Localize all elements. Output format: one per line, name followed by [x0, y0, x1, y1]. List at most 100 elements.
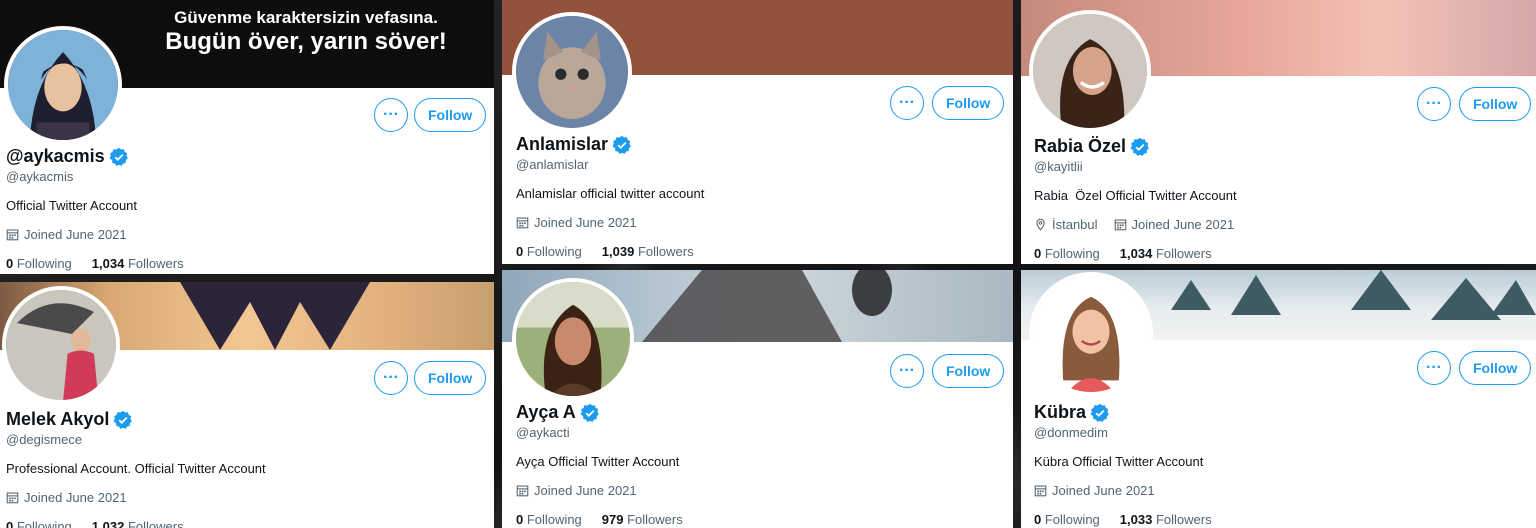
display-name: @aykacmis — [6, 146, 105, 166]
joined-date: Joined June 2021 — [6, 227, 127, 242]
following-link[interactable]: 0 Following — [516, 512, 582, 527]
follow-button[interactable]: Follow — [932, 86, 1005, 120]
banner-quote: Güvenme karaktersizin vefasına. Bugün öv… — [118, 8, 494, 55]
name-row: @aykacmis — [6, 146, 488, 167]
more-options-button[interactable]: ··· — [1417, 87, 1451, 121]
follow-button[interactable]: Follow — [414, 98, 487, 132]
avatar[interactable] — [1029, 10, 1151, 132]
followers-link[interactable]: 1,039 Followers — [602, 244, 694, 259]
avatar-illustration-woman — [8, 30, 118, 140]
profile-card-rabia-ozel: ··· Follow Rabia Özel @kayitlii Rabia Öz… — [1021, 0, 1536, 264]
profile-meta: Joined June 2021 — [1034, 483, 1530, 498]
more-horizontal-icon: ··· — [899, 362, 915, 379]
followers-label: Followers — [1155, 512, 1212, 527]
followers-link[interactable]: 979 Followers — [602, 512, 683, 527]
follow-button[interactable]: Follow — [414, 361, 487, 395]
follow-button-label: Follow — [1473, 96, 1518, 112]
avatar[interactable] — [2, 286, 120, 404]
joined-date: Joined June 2021 — [516, 215, 637, 230]
profile-meta: İstanbul Joined June 2021 — [1034, 217, 1530, 232]
bio: Official Twitter Account — [6, 198, 138, 213]
following-link[interactable]: 0 Following — [516, 244, 582, 259]
follow-stats: 0 Following 979 Followers — [516, 512, 1007, 527]
following-link[interactable]: 0 Following — [1034, 512, 1100, 527]
banner-warrior-graphic — [642, 270, 892, 342]
more-options-button[interactable]: ··· — [890, 354, 924, 388]
followers-link[interactable]: 1,034 Followers — [1120, 246, 1212, 261]
location: İstanbul — [1034, 217, 1098, 232]
follow-button[interactable]: Follow — [932, 354, 1005, 388]
display-name: Melek Akyol — [6, 409, 110, 429]
joined-date-text: Joined June 2021 — [1052, 483, 1155, 498]
following-link[interactable]: 0 Following — [6, 519, 72, 528]
follow-stats: 0 Following 1,034 Followers — [1034, 246, 1530, 261]
profile-meta: Joined June 2021 — [6, 490, 488, 505]
verified-badge-icon — [1090, 403, 1109, 422]
banner-quote-line-2: Bugün över, yarın söver! — [165, 27, 447, 55]
avatar[interactable] — [512, 12, 632, 132]
name-row: Anlamislar — [516, 134, 1007, 155]
calendar-icon — [1034, 485, 1047, 497]
avatar[interactable] — [1029, 272, 1153, 396]
follow-stats: 0 Following 1,032 Followers — [6, 519, 488, 528]
avatar-photo-woman-smiling — [1033, 14, 1147, 128]
followers-link[interactable]: 1,032 Followers — [92, 519, 184, 528]
more-horizontal-icon: ··· — [1426, 95, 1442, 112]
verified-badge-icon — [1130, 137, 1149, 156]
profile-info: Rabia Özel @kayitlii Rabia Özel Official… — [1034, 136, 1530, 261]
joined-date: Joined June 2021 — [516, 483, 637, 498]
more-horizontal-icon: ··· — [383, 106, 399, 123]
avatar-photo-kitten — [516, 16, 628, 128]
followers-label: Followers — [1155, 246, 1212, 261]
location-text: İstanbul — [1052, 217, 1098, 232]
joined-date-text: Joined June 2021 — [24, 490, 127, 505]
following-link[interactable]: 0 Following — [1034, 246, 1100, 261]
more-options-button[interactable]: ··· — [890, 86, 924, 120]
display-name: Rabia Özel — [1034, 136, 1127, 156]
joined-date-text: Joined June 2021 — [1131, 217, 1235, 232]
joined-date: Joined June 2021 — [1114, 217, 1235, 232]
more-options-button[interactable]: ··· — [374, 98, 408, 132]
avatar-illustration-girl — [1033, 276, 1149, 392]
followers-label: Followers — [627, 512, 683, 527]
avatar-photo-woman-outdoors — [516, 282, 630, 396]
calendar-icon — [6, 229, 19, 241]
more-options-button[interactable]: ··· — [1417, 351, 1451, 385]
more-options-button[interactable]: ··· — [374, 361, 408, 395]
followers-link[interactable]: 1,033 Followers — [1120, 512, 1212, 527]
followers-count: 979 — [601, 512, 624, 527]
more-horizontal-icon: ··· — [1426, 359, 1442, 376]
joined-date-text: Joined June 2021 — [24, 227, 127, 242]
handle: @anlamislar — [516, 157, 589, 172]
follow-button-label: Follow — [946, 95, 991, 111]
follow-button[interactable]: Follow — [1459, 351, 1532, 385]
avatar[interactable] — [4, 26, 122, 144]
name-row: Melek Akyol — [6, 409, 488, 430]
bio: Kübra Official Twitter Account — [1034, 454, 1204, 469]
following-link[interactable]: 0 Following — [6, 256, 72, 271]
profile-card-aykacmis: Güvenme karaktersizin vefasına. Bugün öv… — [0, 0, 494, 274]
more-horizontal-icon: ··· — [383, 369, 399, 386]
verified-badge-icon — [612, 135, 631, 154]
follow-button-label: Follow — [428, 107, 473, 123]
following-count: 0 — [6, 256, 14, 271]
following-label: Following — [526, 512, 582, 527]
profile-info: Kübra @donmedim Kübra Official Twitter A… — [1034, 402, 1530, 527]
following-label: Following — [1044, 246, 1100, 261]
following-count: 0 — [1034, 246, 1042, 261]
bio: Anlamislar official twitter account — [516, 186, 705, 201]
follow-stats: 0 Following 1,039 Followers — [516, 244, 1007, 259]
name-row: Kübra — [1034, 402, 1530, 423]
handle: @degismece — [6, 432, 83, 447]
profile-info: Ayça A @aykacti Ayça Official Twitter Ac… — [516, 402, 1007, 527]
follow-button[interactable]: Follow — [1459, 87, 1532, 121]
follow-stats: 0 Following 1,034 Followers — [6, 256, 488, 271]
calendar-icon — [1114, 219, 1126, 231]
following-label: Following — [526, 244, 582, 259]
calendar-icon — [6, 492, 19, 504]
followers-label: Followers — [127, 256, 184, 271]
followers-link[interactable]: 1,034 Followers — [92, 256, 184, 271]
avatar[interactable] — [512, 278, 634, 400]
display-name: Anlamislar — [516, 134, 609, 154]
joined-date: Joined June 2021 — [6, 490, 127, 505]
